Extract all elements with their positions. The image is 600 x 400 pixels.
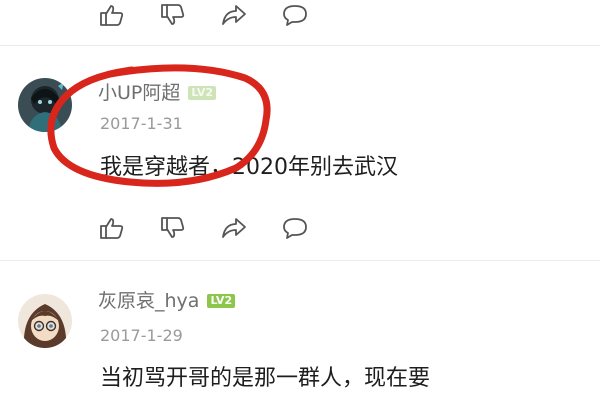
reply-button[interactable] [280,2,310,28]
thumbs-up-icon [100,5,124,26]
action-bar-top [97,2,341,28]
level-badge: LV2 [207,294,236,308]
user-avatar-image [18,294,72,348]
avatar[interactable] [18,78,72,132]
share-button[interactable] [219,2,249,28]
reply-button[interactable] [280,215,310,241]
share-icon [222,218,246,238]
share-button[interactable] [219,215,249,241]
comment-date: 2017-1-31 [100,114,183,133]
thumbs-up-icon [100,218,124,239]
like-button[interactable] [97,215,127,241]
avatar[interactable] [18,294,72,348]
action-bar [97,215,341,241]
thumbs-down-icon [161,217,185,238]
comment-date: 2017-1-29 [100,326,183,345]
watermark-fade [470,352,600,400]
divider [0,260,600,261]
comment-text: 我是穿越者，2020年别去武汉 [100,155,398,180]
thumbs-down-icon [161,4,185,25]
dislike-button[interactable] [158,215,188,241]
comment-icon [283,218,307,239]
username[interactable]: 小UP阿超 LV2 [98,78,217,105]
comment-icon [283,5,307,26]
username[interactable]: 灰原哀_hya LV2 [98,286,236,313]
comment-text: 当初骂开哥的是那一群人，现在要 [100,366,431,391]
share-icon [222,5,246,25]
divider [0,45,600,46]
level-badge: LV2 [188,86,217,100]
user-avatar-image [18,78,72,132]
dislike-button[interactable] [158,2,188,28]
like-button[interactable] [97,2,127,28]
